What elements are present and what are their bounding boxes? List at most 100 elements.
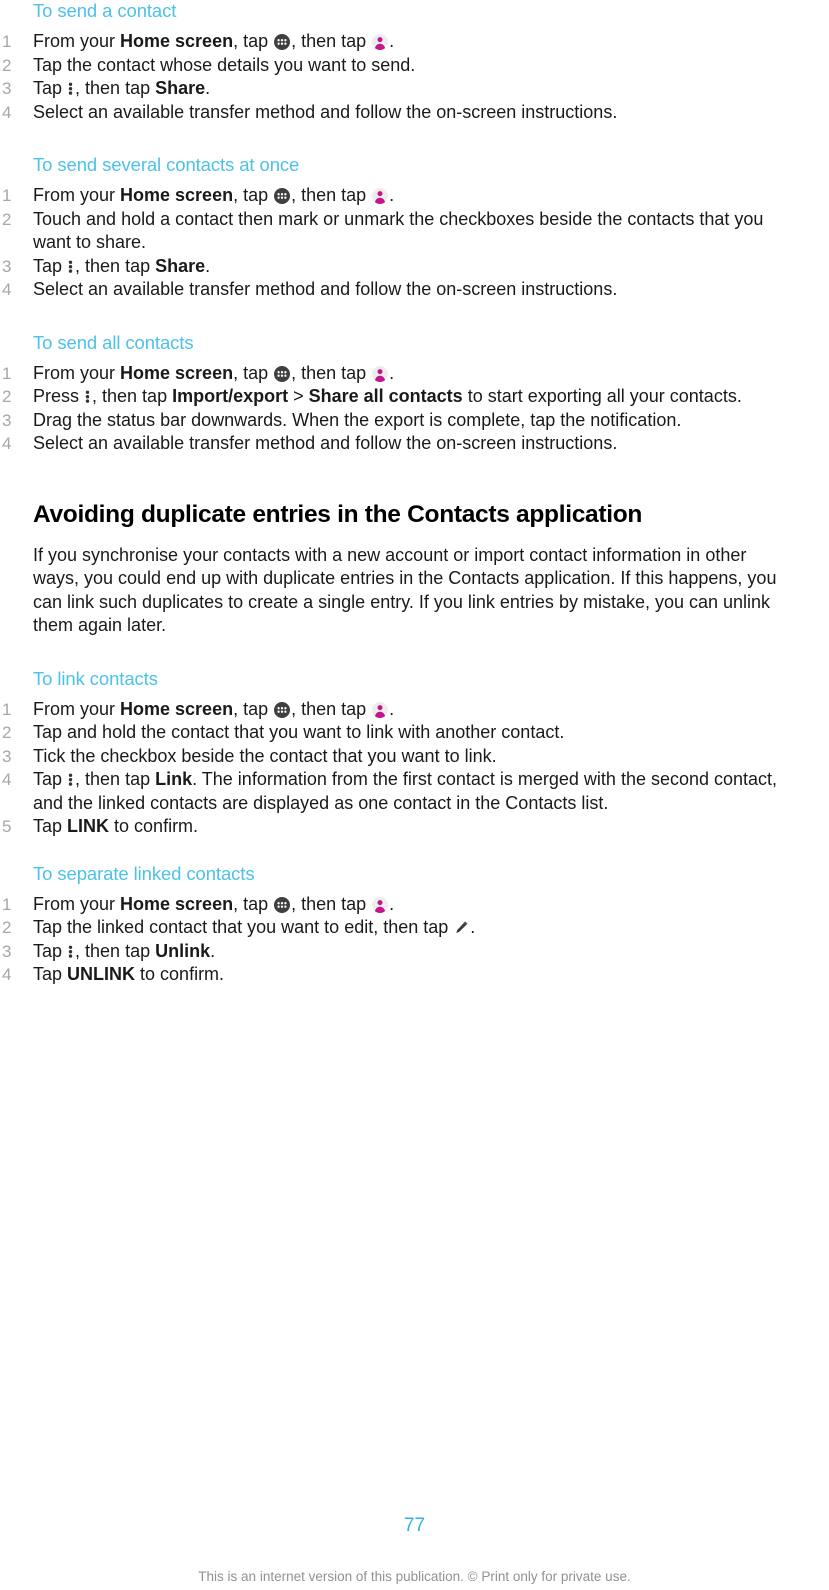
step-text: Tap <box>33 940 68 961</box>
app-drawer-icon <box>274 896 291 913</box>
step-text: From your <box>33 31 121 51</box>
step-text: , then tap <box>291 362 372 383</box>
list-item: From your Home screen, tap , then tap . <box>0 893 796 917</box>
app-drawer-icon <box>274 34 291 50</box>
section-heading: To separate linked contacts <box>33 862 255 884</box>
contacts-icon <box>372 34 389 50</box>
step-text-bold: Import/export <box>172 386 289 406</box>
list-item: From your Home screen, tap , then tap . <box>0 30 796 54</box>
step-text: to confirm. <box>109 816 199 836</box>
list-item: Tap , then tap Unlink. <box>0 940 796 964</box>
overflow-menu-icon <box>68 771 73 788</box>
step-text: , then tap <box>75 78 156 98</box>
step-text: . <box>205 255 211 276</box>
section-send-a-contact: To send a contact From your Home screen,… <box>0 0 829 124</box>
section-send-all-contacts: To send all contacts From your Home scre… <box>0 332 829 456</box>
step-text: , tap <box>233 31 274 51</box>
step-text: From your <box>33 362 121 383</box>
contacts-icon <box>372 701 389 718</box>
app-drawer-icon <box>274 188 291 204</box>
app-drawer-icon <box>274 701 291 718</box>
step-text-bold: Home screen <box>120 31 234 51</box>
step-text: . <box>389 698 395 719</box>
section-separate-linked-contacts: To separate linked contacts From your Ho… <box>0 863 829 987</box>
list-item: Select an available transfer method and … <box>0 432 796 456</box>
list-item: From your Home screen, tap , then tap . <box>0 184 796 208</box>
step-text: . <box>389 31 395 51</box>
step-text: From your <box>33 698 121 719</box>
step-text: , then tap <box>75 940 156 961</box>
step-text: , then tap <box>291 185 372 205</box>
step-text: to start exporting all your contacts. <box>462 386 742 406</box>
step-text: From your <box>33 185 121 205</box>
step-text: Select an available transfer method and … <box>33 101 618 122</box>
list-item: Tap the linked contact that you want to … <box>0 916 796 940</box>
step-text: , then tap <box>291 893 372 914</box>
step-text: Tap <box>33 78 68 98</box>
step-text: . <box>210 940 216 961</box>
overflow-menu-icon <box>85 388 90 405</box>
contacts-icon <box>372 365 389 382</box>
contacts-icon <box>372 188 389 204</box>
step-list: From your Home screen, tap , then tap . … <box>0 184 829 302</box>
step-text: . <box>389 185 395 205</box>
step-text: Tap <box>33 816 68 836</box>
step-text: Drag the status bar downwards. When the … <box>33 409 682 430</box>
app-drawer-icon <box>274 365 291 382</box>
list-item: Tick the checkbox beside the contact tha… <box>0 745 796 769</box>
step-text: > <box>288 386 309 406</box>
step-text-bold: Home screen <box>120 185 234 205</box>
step-text: Select an available transfer method and … <box>33 279 618 299</box>
step-text-bold: Share <box>155 78 206 98</box>
step-text: , then tap <box>75 769 156 789</box>
list-item: Tap LINK to confirm. <box>0 815 796 839</box>
step-text: . <box>389 362 395 383</box>
body-paragraph: If you synchronise your contacts with a … <box>33 544 777 636</box>
step-text-bold: Unlink <box>155 940 211 961</box>
step-text: . <box>205 78 211 98</box>
step-text: , then tap <box>75 255 156 276</box>
step-list: From your Home screen, tap , then tap . … <box>0 362 829 456</box>
step-text-bold: Link <box>155 769 193 789</box>
pencil-edit-icon <box>454 920 469 935</box>
step-text: , tap <box>233 893 274 914</box>
step-text: , tap <box>233 362 274 383</box>
step-text: , then tap <box>291 31 372 51</box>
step-list: From your Home screen, tap , then tap . … <box>0 698 829 839</box>
step-list: From your Home screen, tap , then tap . … <box>0 30 829 124</box>
step-text-bold: Share all contacts <box>308 386 463 406</box>
section-avoiding-duplicates: Avoiding duplicate entries in the Contac… <box>0 500 829 638</box>
overflow-menu-icon <box>68 258 73 275</box>
step-text: , tap <box>233 185 274 205</box>
step-text: Tap the linked contact that you want to … <box>33 917 454 937</box>
list-item: Tap and hold the contact that you want t… <box>0 721 796 745</box>
list-item: Tap the contact whose details you want t… <box>0 54 796 78</box>
list-item: From your Home screen, tap , then tap . <box>0 698 796 722</box>
step-text-bold: Home screen <box>120 698 234 719</box>
list-item: Select an available transfer method and … <box>0 278 796 302</box>
step-text: Touch and hold a contact then mark or un… <box>33 208 764 253</box>
step-text: Press <box>33 386 85 406</box>
list-item: Touch and hold a contact then mark or un… <box>0 208 796 255</box>
page-content: To send a contact From your Home screen,… <box>0 0 829 987</box>
overflow-menu-icon <box>68 80 73 97</box>
section-heading: To link contacts <box>33 667 158 689</box>
step-text-bold: Home screen <box>120 362 234 383</box>
step-text: Tick the checkbox beside the contact tha… <box>33 745 497 766</box>
step-text: . <box>389 893 395 914</box>
footer-note: This is an internet version of this publ… <box>198 1569 631 1584</box>
section-link-contacts: To link contacts From your Home screen, … <box>0 668 829 839</box>
manual-page: To send a contact From your Home screen,… <box>0 0 829 1590</box>
contacts-icon <box>372 896 389 913</box>
list-item: Select an available transfer method and … <box>0 101 796 125</box>
list-item: Drag the status bar downwards. When the … <box>0 409 796 433</box>
list-item: Press , then tap Import/export > Share a… <box>0 385 796 409</box>
step-text: , tap <box>233 698 274 719</box>
step-text: , then tap <box>92 386 173 406</box>
step-text-bold: Share <box>155 255 206 276</box>
